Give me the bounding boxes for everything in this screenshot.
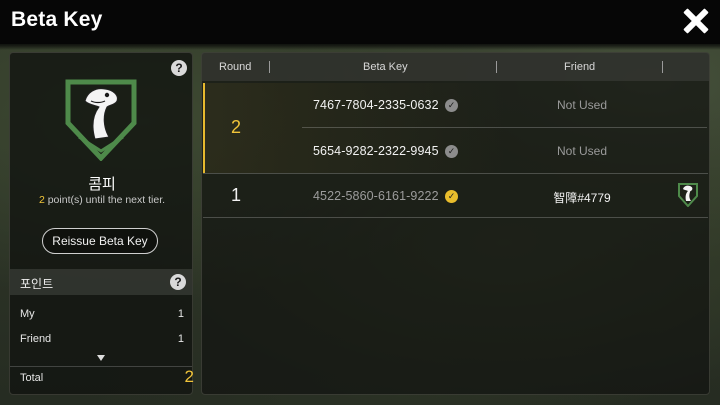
tier-panel: ? 콤피 2 point(s) until the next tier. Rei…	[9, 52, 194, 395]
row-divider	[203, 217, 708, 218]
points-section-label: 포인트	[20, 277, 54, 291]
check-icon: ✓	[445, 190, 458, 203]
beta-key-code[interactable]: 7467-7804-2335-0632	[313, 98, 439, 112]
check-icon: ✓	[445, 145, 458, 158]
chevron-down-icon[interactable]	[97, 355, 105, 361]
table-header: Round Beta Key Friend	[202, 53, 709, 81]
beta-key-table: Round Beta Key Friend 2 7467-7804-2335-0…	[201, 52, 710, 395]
points-row-label: Friend	[20, 333, 52, 345]
friend-status: Not Used	[556, 98, 608, 112]
reissue-beta-key-button[interactable]: Reissue Beta Key	[42, 228, 158, 254]
check-icon: ✓	[445, 99, 458, 112]
column-separator	[662, 61, 663, 73]
dinosaur-emblem-icon	[678, 183, 698, 207]
round-number: 2	[230, 117, 241, 137]
column-header-round: Round	[219, 61, 252, 73]
window-title: Beta Key	[11, 8, 103, 31]
title-bar: Beta Key	[0, 0, 720, 50]
tier-progress-text: 2 point(s) until the next tier.	[10, 194, 194, 206]
close-icon[interactable]	[682, 7, 710, 35]
selected-round-indicator	[203, 83, 205, 173]
points-needed-suffix: point(s) until the next tier.	[44, 194, 166, 206]
row-divider	[302, 127, 707, 128]
tier-name: 콤피	[88, 176, 116, 193]
points-total-label: Total	[20, 372, 44, 384]
column-separator	[269, 61, 270, 73]
points-row-value: 1	[177, 308, 184, 320]
beta-key-code[interactable]: 5654-9282-2322-9945	[313, 144, 439, 158]
friend-status: Not Used	[556, 144, 608, 158]
points-row-friend: Friend 1	[20, 333, 184, 345]
points-row-my: My 1	[20, 308, 184, 320]
row-divider	[203, 173, 708, 174]
column-header-friend: Friend	[564, 61, 596, 73]
dinosaur-emblem-icon	[65, 79, 137, 161]
points-row-value: 1	[177, 333, 184, 345]
help-icon[interactable]: ?	[171, 60, 187, 76]
column-separator	[496, 61, 497, 73]
round-number: 1	[230, 185, 241, 205]
divider	[10, 366, 192, 367]
beta-key-code[interactable]: 4522-5860-6161-9222	[313, 189, 439, 203]
points-row-label: My	[20, 308, 35, 320]
round-group-highlight	[203, 83, 709, 173]
friend-name: 智障#4779	[553, 191, 611, 205]
column-header-beta-key: Beta Key	[363, 61, 408, 73]
points-total-value: 2	[184, 367, 194, 386]
help-icon[interactable]: ?	[170, 274, 186, 290]
points-section-header: 포인트 ?	[10, 269, 192, 295]
